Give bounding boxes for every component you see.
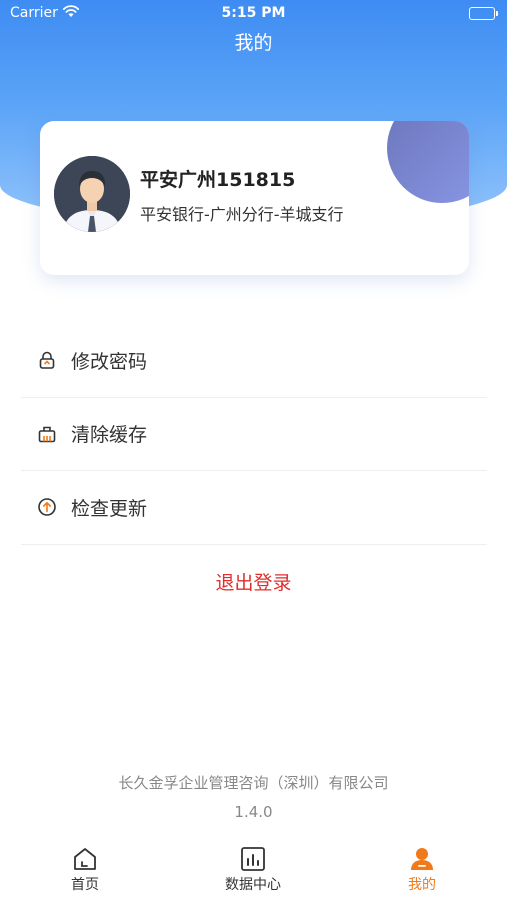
status-bar: Carrier 5:15 PM [0,0,507,28]
lock-icon [37,350,57,370]
menu-item-check-update[interactable]: 检查更新 [21,471,487,545]
app-version: 1.4.0 [234,803,273,821]
user-name: 平安广州151815 [140,169,296,191]
tab-label: 数据中心 [225,877,281,893]
battery-icon [469,7,498,20]
tab-label: 首页 [71,877,99,893]
profile-card[interactable]: 平安广州151815 平安银行-广州分行-羊城支行 [40,121,469,275]
chart-icon [198,846,308,872]
person-icon [367,846,477,872]
tab-home[interactable]: 首页 [30,846,140,894]
menu-item-change-password[interactable]: 修改密码 [21,324,487,398]
page-title: 我的 [234,32,273,54]
menu-item-label: 修改密码 [71,350,148,373]
upload-circle-icon [37,497,57,517]
home-icon [30,846,140,872]
tab-bar: 首页 数据中心 我的 [0,840,507,900]
avatar[interactable] [54,156,130,232]
user-branch: 平安银行-广州分行-羊城支行 [140,205,344,224]
card-decoration [387,121,469,203]
status-time: 5:15 PM [221,5,286,21]
company-name: 长久金孚企业管理咨询（深圳）有限公司 [118,774,389,792]
menu-item-label: 检查更新 [71,497,148,520]
basket-icon [37,424,57,444]
tab-label: 我的 [408,877,436,893]
menu-item-clear-cache[interactable]: 清除缓存 [21,398,487,471]
logout-button[interactable]: 退出登录 [0,568,507,595]
tab-data-center[interactable]: 数据中心 [198,846,308,894]
settings-menu: 修改密码 清除缓存 检查更新 [21,324,487,545]
tab-mine[interactable]: 我的 [367,846,477,894]
menu-item-label: 清除缓存 [71,424,148,447]
